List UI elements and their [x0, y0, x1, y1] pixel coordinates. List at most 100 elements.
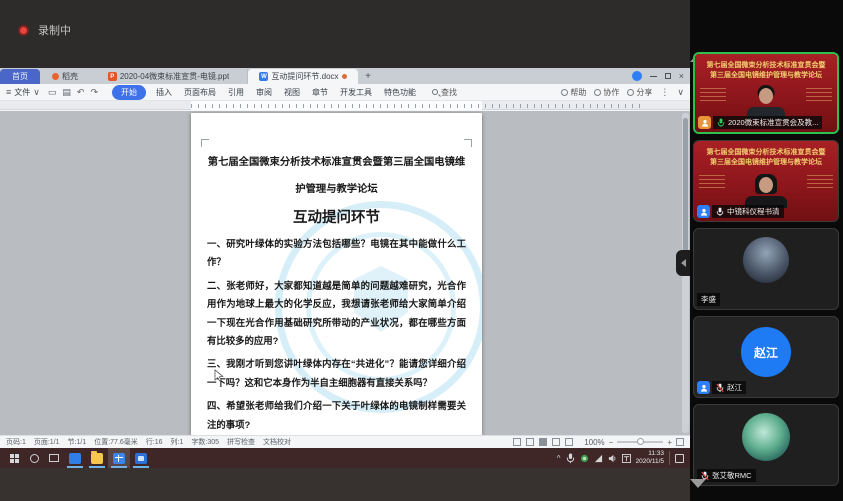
tray-divider: [669, 451, 670, 465]
fit-page-icon[interactable]: [676, 438, 684, 446]
taskbar-app-1[interactable]: [64, 448, 86, 468]
banner-line-2: 第三届全国电镜维护管理与教学论坛: [695, 71, 837, 80]
video-tile-2[interactable]: 第七届全国微束分析技术标准宣贯会暨 第三届全国电镜维护管理与教学论坛 中镜科仪程…: [693, 140, 839, 222]
account-avatar[interactable]: [632, 71, 642, 81]
participant-avatar: [742, 413, 790, 461]
view-mode-icon-4[interactable]: [552, 438, 560, 446]
document-text: 第七届全国微束分析技术标准宣贯会暨第三届全国电镜维 护管理与教学论坛 互动提问环…: [207, 149, 466, 435]
tray-volume-icon[interactable]: [608, 454, 617, 463]
undo-icon[interactable]: ↶: [77, 87, 85, 98]
more-icon[interactable]: ⋮: [660, 87, 669, 98]
zoom-in-button[interactable]: +: [667, 438, 672, 447]
status-spell-check[interactable]: 拼写检查: [227, 437, 255, 447]
unsaved-indicator: [342, 74, 347, 79]
clock-date: 2020/11/5: [636, 458, 664, 465]
view-mode-icon-3[interactable]: [539, 438, 547, 446]
collaborate-button[interactable]: 协作: [594, 87, 619, 98]
close-button[interactable]: ×: [679, 72, 684, 81]
ribbon-tab-review[interactable]: 审阅: [256, 87, 272, 98]
margin-mark-right: [464, 139, 472, 147]
view-mode-icon-2[interactable]: [526, 438, 534, 446]
collapse-ribbon-icon[interactable]: ∨: [677, 87, 684, 98]
margin-mark-left: [201, 139, 209, 147]
ribbon-tab-special-features[interactable]: 特色功能: [384, 87, 416, 98]
meeting-screen: 录制中 首页 稻壳 P 2020-04微束标准宣贯-电镜.ppt W: [0, 0, 843, 501]
folder-icon: [91, 453, 103, 464]
share-button[interactable]: 分享: [627, 87, 652, 98]
participant-avatar: 赵江: [741, 327, 791, 377]
redo-icon[interactable]: ↷: [90, 87, 98, 98]
document-page[interactable]: 第七届全国微束分析技术标准宣贯会暨第三届全国电镜维 护管理与教学论坛 互动提问环…: [191, 113, 482, 435]
participant-name: 李盛: [701, 294, 716, 305]
tab-ppt-label: 2020-04微束标准宣贯-电镜.ppt: [120, 71, 229, 82]
ruler[interactable]: [0, 101, 690, 110]
tab-docx-document[interactable]: W 互动提问环节.docx: [248, 69, 358, 84]
tab-docer[interactable]: 稻壳: [40, 69, 90, 84]
participant-name-bar: 赵江: [697, 381, 746, 394]
action-center-icon[interactable]: [675, 454, 684, 463]
find-command[interactable]: 查找: [432, 87, 457, 98]
ribbon-tab-start[interactable]: 开始: [112, 85, 146, 100]
view-switcher: 100% − +: [513, 438, 684, 447]
question-2: 二、张老师好，大家都知道越是简单的问题越难研究，光合作用作为地球上最大的化学反应…: [207, 277, 466, 351]
tray-app-icon[interactable]: [580, 454, 589, 463]
taskbar-app-file-explorer[interactable]: [86, 448, 108, 468]
sidebar-collapse-handle[interactable]: [676, 250, 690, 276]
task-view-button[interactable]: [44, 448, 64, 468]
tab-home[interactable]: 首页: [0, 69, 40, 84]
minimize-button[interactable]: [650, 76, 657, 77]
ribbon-tab-dev-tools[interactable]: 开发工具: [340, 87, 372, 98]
tray-ime-icon[interactable]: [622, 454, 631, 463]
scrollbar-thumb[interactable]: [683, 118, 688, 268]
document-area: 第七届全国微束分析技术标准宣贯会暨第三届全国电镜维 护管理与教学论坛 互动提问环…: [0, 111, 690, 435]
search-icon: [432, 89, 438, 95]
tray-chevron-up-icon[interactable]: ^: [557, 454, 561, 463]
status-word-count[interactable]: 字数:305: [191, 437, 219, 447]
taskbar-clock[interactable]: 11:33 2020/11/5: [636, 450, 664, 466]
file-menu[interactable]: ≡ 文件 ∨: [6, 87, 40, 98]
zoom-out-button[interactable]: −: [609, 438, 614, 447]
find-label: 查找: [441, 87, 457, 98]
word-file-icon: W: [259, 72, 268, 81]
participant-name: 中镜科仪程书清: [727, 206, 780, 217]
save-icon[interactable]: ▭: [48, 87, 57, 98]
new-tab-button[interactable]: +: [358, 69, 378, 84]
video-tile-4[interactable]: 赵江 赵江: [693, 316, 839, 398]
search-button[interactable]: [24, 448, 44, 468]
help-button[interactable]: 帮助: [561, 87, 586, 98]
video-tile-5[interactable]: 张艾敬RMC: [693, 404, 839, 486]
ribbon-tab-reference[interactable]: 引用: [228, 87, 244, 98]
taskbar-app-4[interactable]: [130, 448, 152, 468]
banner-line-1: 第七届全国微束分析技术标准宣贯会暨: [695, 61, 837, 70]
host-badge-icon: [698, 116, 711, 129]
zoom-slider-knob[interactable]: [637, 438, 644, 445]
ribbon-tab-insert[interactable]: 插入: [156, 87, 172, 98]
start-button[interactable]: [4, 448, 24, 468]
ribbon-tab-section[interactable]: 章节: [312, 87, 328, 98]
document-title-line2: 护管理与教学论坛: [207, 176, 466, 203]
view-mode-icon-1[interactable]: [513, 438, 521, 446]
restore-button[interactable]: [665, 73, 671, 79]
tab-ppt-document[interactable]: P 2020-04微束标准宣贯-电镜.ppt: [90, 69, 248, 84]
speaker-silhouette: [744, 174, 788, 208]
print-icon[interactable]: ▤: [62, 87, 71, 98]
file-menu-label: 文件: [14, 87, 30, 98]
participant-name-bar: 中镜科仪程书清: [697, 205, 784, 218]
document-title-line1: 第七届全国微束分析技术标准宣贯会暨第三届全国电镜维: [207, 149, 466, 176]
member-badge-icon: [697, 205, 710, 218]
zoom-slider[interactable]: [617, 441, 663, 443]
tray-mic-icon[interactable]: [566, 453, 575, 464]
letterbox-band: [0, 468, 690, 501]
video-tile-3[interactable]: 李盛: [693, 228, 839, 310]
ribbon-tab-view[interactable]: 视图: [284, 87, 300, 98]
wps-status-bar: 页码:1 页面:1/1 节:1/1 位置:77.6毫米 行:16 列:1 字数:…: [0, 435, 690, 448]
scroll-down-button[interactable]: [690, 488, 843, 501]
video-tile-speaker[interactable]: 第七届全国微束分析技术标准宣贯会暨 第三届全国电镜维护管理与教学论坛 2020微…: [693, 52, 839, 134]
ribbon-tab-page-layout[interactable]: 页面布局: [184, 87, 216, 98]
speaker-silhouette: [744, 85, 788, 119]
view-mode-icon-5[interactable]: [565, 438, 573, 446]
taskbar-app-active[interactable]: [108, 448, 130, 468]
participant-name: 2020微束标准宣贯会及教...: [728, 117, 818, 128]
tray-network-icon[interactable]: [594, 454, 603, 463]
status-proofread[interactable]: 文档校对: [263, 437, 291, 447]
